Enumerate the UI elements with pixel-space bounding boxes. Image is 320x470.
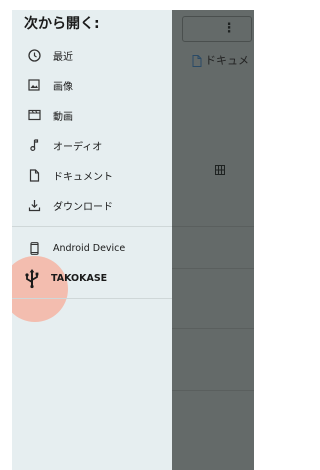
music-note-icon bbox=[27, 138, 41, 152]
overflow-menu-icon[interactable]: ⋮ bbox=[222, 20, 236, 38]
nav-item-label: TAKOKASE bbox=[51, 272, 108, 284]
nav-item-label: 動画 bbox=[53, 111, 73, 123]
nav-item-android-device[interactable]: Android Device bbox=[12, 235, 172, 261]
nav-item-downloads[interactable]: ダウンロード bbox=[12, 192, 172, 218]
nav-item-audio[interactable]: オーディオ bbox=[12, 132, 172, 158]
app-window: ⋮ ドキュメ 次から開く: 最近 画像 動画 オーディオ ドキュメント ダウンロ… bbox=[12, 10, 254, 470]
video-icon bbox=[27, 108, 41, 122]
nav-item-label: オーディオ bbox=[53, 141, 103, 153]
list-divider bbox=[172, 226, 254, 227]
image-icon bbox=[27, 78, 41, 92]
download-icon bbox=[27, 198, 41, 212]
drawer-divider bbox=[12, 226, 172, 227]
nav-item-images[interactable]: 画像 bbox=[12, 72, 172, 98]
nav-item-usb-takokase[interactable]: TAKOKASE bbox=[12, 265, 172, 291]
nav-item-videos[interactable]: 動画 bbox=[12, 102, 172, 128]
nav-item-label: ドキュメント bbox=[53, 171, 113, 183]
list-divider bbox=[172, 268, 254, 269]
nav-item-label: 最近 bbox=[53, 51, 73, 63]
nav-item-label: Android Device bbox=[53, 242, 126, 254]
breadcrumb-label: ドキュメ bbox=[205, 54, 249, 67]
nav-item-documents[interactable]: ドキュメント bbox=[12, 162, 172, 188]
document-icon bbox=[192, 55, 202, 67]
toolbar-area bbox=[182, 16, 252, 42]
nav-item-recent[interactable]: 最近 bbox=[12, 42, 172, 68]
nav-item-label: ダウンロード bbox=[53, 201, 113, 213]
document-icon bbox=[27, 168, 41, 182]
grid-view-icon[interactable] bbox=[215, 165, 225, 175]
drawer-title: 次から開く: bbox=[24, 16, 100, 32]
list-divider bbox=[172, 328, 254, 329]
navigation-drawer: 次から開く: 最近 画像 動画 オーディオ ドキュメント ダウンロード Andr… bbox=[12, 10, 172, 470]
breadcrumb[interactable]: ドキュメ bbox=[192, 50, 249, 72]
nav-item-label: 画像 bbox=[53, 81, 73, 93]
phone-icon bbox=[27, 241, 41, 255]
list-divider bbox=[172, 390, 254, 391]
clock-icon bbox=[27, 48, 41, 62]
drawer-divider bbox=[12, 298, 172, 299]
usb-icon bbox=[21, 267, 43, 289]
